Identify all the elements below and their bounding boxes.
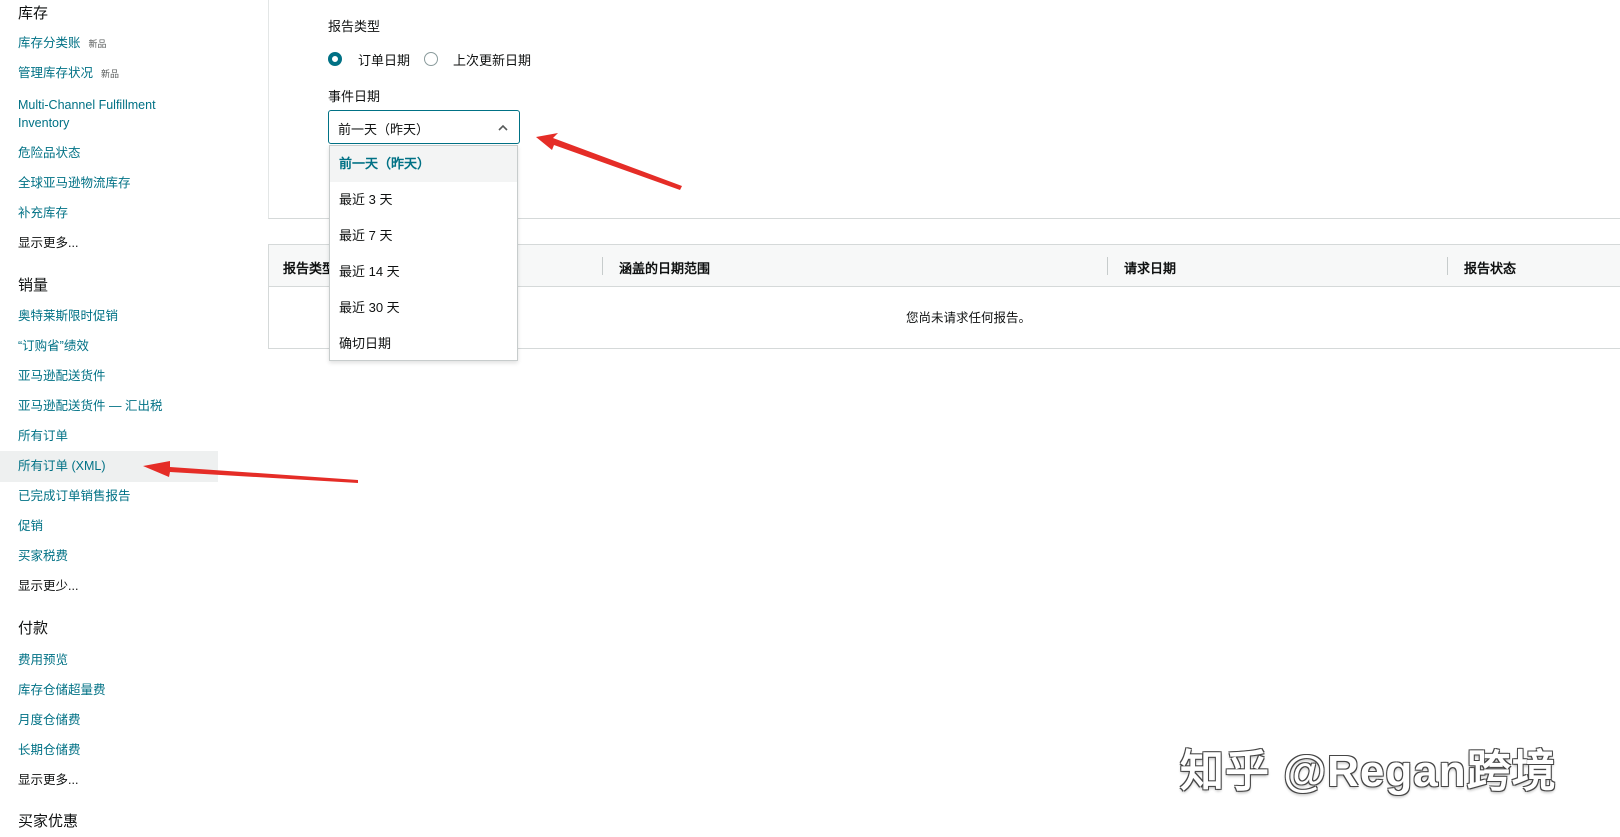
column-header-request-date[interactable]: 请求日期: [1124, 258, 1176, 277]
column-header-report-type[interactable]: 报告类型: [283, 258, 335, 277]
dropdown-option-last-7-days[interactable]: 最近 7 天: [330, 218, 517, 254]
column-header-date-range[interactable]: 涵盖的日期范围: [619, 258, 710, 277]
inventory-show-more-link[interactable]: 显示更多...: [18, 234, 78, 252]
section-title-buyer-discounts: 买家优惠: [18, 813, 79, 830]
column-header-report-status[interactable]: 报告状态: [1464, 258, 1516, 277]
sidebar-item-buyer-taxes[interactable]: 买家税费: [18, 547, 68, 565]
section-title-inventory: 库存: [18, 5, 49, 22]
sidebar-item-label: 管理库存状况: [18, 66, 94, 80]
sidebar-item-manage-inventory-health[interactable]: 管理库存状况 新品: [18, 64, 119, 83]
payments-show-more-link[interactable]: 显示更多...: [18, 771, 78, 789]
select-value: 前一天（昨天）: [338, 122, 430, 137]
chevron-up-icon: [498, 124, 508, 131]
sidebar-item-subscribe-save-performance[interactable]: “订购省”绩效: [18, 337, 89, 355]
radio-order-date[interactable]: [328, 52, 342, 66]
sales-show-less-link[interactable]: 显示更少...: [18, 577, 78, 595]
sidebar-item-outlet-deals[interactable]: 奥特莱斯限时促销: [18, 307, 118, 325]
column-divider: [1107, 257, 1108, 275]
sidebar-item-fee-preview[interactable]: 费用预览: [18, 651, 68, 669]
sidebar-item-all-orders-xml[interactable]: 所有订单 (XML): [18, 457, 106, 475]
report-type-label: 报告类型: [328, 19, 381, 34]
dropdown-option-yesterday[interactable]: 前一天（昨天）: [330, 146, 517, 182]
sidebar-item-completed-order-sales-report[interactable]: 已完成订单销售报告: [18, 487, 131, 505]
empty-table-message: 您尚未请求任何报告。: [905, 311, 1031, 325]
event-date-select[interactable]: 前一天（昨天）: [328, 110, 520, 144]
sidebar-item-fba-shipments[interactable]: 亚马逊配送货件: [18, 367, 106, 385]
sidebar-item-dangerous-goods-status[interactable]: 危险品状态: [18, 144, 81, 162]
sidebar-item-fba-shipments-tax[interactable]: 亚马逊配送货件 — 汇出税: [18, 397, 162, 415]
sidebar-item-long-term-storage-fee[interactable]: 长期仓储费: [18, 741, 81, 759]
sidebar-item-storage-overage-fee[interactable]: 库存仓储超量费: [18, 681, 106, 699]
watermark: 知乎 @Regan跨境: [1180, 747, 1557, 796]
sidebar-item-label: 库存分类账: [18, 36, 81, 50]
sidebar-item-all-orders[interactable]: 所有订单: [18, 427, 68, 445]
sidebar: 库存 库存分类账 新品 管理库存状况 新品 Multi-Channel Fulfil…: [0, 0, 218, 837]
sidebar-item-global-fba-inventory[interactable]: 全球亚马逊物流库存: [18, 174, 131, 192]
column-divider: [602, 257, 603, 275]
event-date-dropdown: 前一天（昨天） 最近 3 天 最近 7 天 最近 14 天 最近 30 天 确切…: [329, 145, 518, 361]
sidebar-item-promotions[interactable]: 促销: [18, 517, 43, 535]
radio-order-date-label[interactable]: 订单日期: [358, 50, 410, 69]
sidebar-item-inventory-ledger[interactable]: 库存分类账 新品: [18, 34, 107, 53]
event-date-label: 事件日期: [328, 89, 381, 104]
sidebar-item-mcf-inventory[interactable]: Multi-Channel Fulfillment Inventory: [18, 96, 208, 132]
section-title-payments: 付款: [18, 620, 49, 637]
new-badge: 新品: [101, 69, 120, 79]
radio-last-updated-date[interactable]: [424, 52, 438, 66]
dropdown-option-exact-date[interactable]: 确切日期: [330, 326, 517, 362]
radio-last-updated-date-label[interactable]: 上次更新日期: [453, 50, 531, 69]
dropdown-option-last-30-days[interactable]: 最近 30 天: [330, 290, 517, 326]
dropdown-option-last-14-days[interactable]: 最近 14 天: [330, 254, 517, 290]
sidebar-item-monthly-storage-fee[interactable]: 月度仓储费: [18, 711, 81, 729]
column-divider: [1447, 257, 1448, 275]
new-badge: 新品: [88, 39, 107, 49]
sidebar-item-restock-inventory[interactable]: 补充库存: [18, 204, 68, 222]
section-title-sales: 销量: [18, 277, 49, 294]
dropdown-option-last-3-days[interactable]: 最近 3 天: [330, 182, 517, 218]
